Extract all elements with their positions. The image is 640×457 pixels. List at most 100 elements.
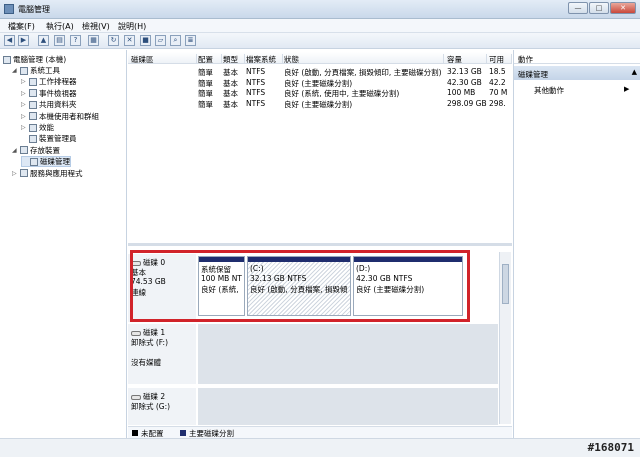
more-actions[interactable]: 其他動作 ▶ [534, 85, 629, 96]
table-cell: 基本 [223, 89, 238, 98]
up-folder-icon[interactable]: ▲ [38, 35, 49, 46]
menu-action[interactable]: 執行(A) [46, 21, 74, 32]
shared-folder-icon [29, 100, 37, 109]
task-scheduler-icon [29, 77, 37, 86]
tree-item-label: 磁碟管理 [40, 157, 70, 167]
table-cell: 18.5 [489, 67, 506, 76]
table-cell: 良好 (主要磁碟分割) [284, 99, 353, 109]
tree-item[interactable]: ▷ 工作排程器 [21, 76, 77, 87]
computer-management-icon [4, 4, 14, 14]
table-row[interactable]: 新增磁碟區 (J:)簡單基本NTFS良好 (主要磁碟分割)298.09 GB29… [128, 99, 512, 109]
disk-1-blank [131, 347, 193, 357]
help-icon[interactable]: ? [70, 35, 81, 46]
table-cell: 298. [489, 98, 506, 108]
tree-item[interactable]: 裝置管理員 [21, 133, 77, 144]
expander-icon[interactable]: ▷ [12, 170, 18, 177]
minimize-button[interactable]: — [568, 2, 588, 14]
legend-unallocated-swatch [132, 430, 138, 436]
pane-splitter[interactable] [128, 243, 512, 246]
folder-icon[interactable]: ■ [140, 35, 151, 46]
col-type[interactable]: 類型 [223, 54, 245, 64]
highlight-box [130, 250, 470, 322]
col-free[interactable]: 可用 [489, 54, 512, 64]
table-cell: 簡單 [198, 78, 213, 88]
table-cell: NTFS [246, 67, 266, 76]
menu-bar: 檔案(F) 執行(A) 檢視(V) 說明(H) [0, 19, 640, 33]
expander-icon[interactable]: ◢ [12, 67, 18, 74]
col-volume[interactable]: 磁碟區 [131, 54, 197, 64]
table-cell: 基本 [223, 78, 238, 88]
collapse-icon[interactable]: ▲ [632, 68, 637, 76]
table-cell: 簡單 [198, 68, 213, 77]
tree-item[interactable]: ▷ 效能 [21, 122, 54, 133]
col-layout[interactable]: 配置 [198, 54, 222, 64]
disk-2-type: 卸除式 (G:) [131, 402, 171, 411]
tree-item[interactable]: ▷ 共用資料夾 [21, 99, 77, 110]
back-icon[interactable]: ◀ [4, 35, 15, 46]
disk-2-info[interactable]: 磁碟 2 卸除式 (G:) [128, 388, 196, 425]
toolbar: ◀ ▶ ▲ ▤ ? ▦ ↻ ✕ ■ ▱ ⌕ ≣ [0, 33, 640, 49]
disk-1-area [198, 324, 498, 384]
event-viewer-icon [29, 89, 37, 98]
expander-icon[interactable]: ▷ [21, 101, 27, 108]
col-capacity[interactable]: 容量 [447, 54, 487, 64]
table-row[interactable]: (D:)簡單基本NTFS良好 (主要磁碟分割)42.30 GB42.2 [128, 78, 512, 88]
table-cell: 良好 (主要磁碟分割) [284, 78, 353, 88]
menu-file[interactable]: 檔案(F) [8, 21, 35, 32]
tree-item-label: 本機使用者和群組 [39, 111, 99, 121]
scrollbar-thumb[interactable] [502, 264, 509, 304]
table-cell: 簡單 [198, 99, 213, 109]
col-status[interactable]: 狀態 [284, 54, 444, 64]
vertical-scrollbar[interactable] [499, 252, 511, 424]
console-tree: 電腦管理 (本機) ◢ 系統工具 ▷ 工作排程器 ▷ 事件檢視器 ▷ 共用資料夾 ▷ 本機使用者和… [0, 50, 127, 438]
more-actions-label: 其他動作 [534, 86, 564, 95]
forward-icon[interactable]: ▶ [18, 35, 29, 46]
tree-item-label: 裝置管理員 [39, 134, 77, 144]
table-cell: 298.09 GB [447, 98, 487, 108]
volume-list-header: 磁碟區 配置 類型 檔案系統 狀態 容量 可用 [128, 52, 512, 64]
disk-1-status: 沒有媒體 [131, 358, 161, 367]
maximize-button[interactable]: □ [589, 2, 609, 14]
expander-icon[interactable]: ◢ [12, 147, 18, 154]
device-manager-icon [29, 134, 37, 143]
expander-icon[interactable]: ▷ [21, 124, 27, 131]
delete-icon[interactable]: ✕ [124, 35, 135, 46]
refresh-icon[interactable]: ↻ [108, 35, 119, 46]
table-row[interactable]: 系統保留簡單基本NTFS良好 (系統, 使用中, 主要磁碟分割)100 MB70… [128, 88, 512, 98]
open-icon[interactable]: ▱ [155, 35, 166, 46]
table-cell: 42.2 [489, 77, 506, 87]
tree-item[interactable]: ◢ 存放裝置 [12, 145, 60, 156]
tree-item[interactable]: ▷ 服務與應用程式 [12, 168, 83, 179]
show-tree-icon[interactable]: ▤ [54, 35, 65, 46]
expander-icon[interactable]: ▷ [21, 78, 27, 85]
table-cell: 基本 [223, 99, 238, 109]
disk-1-info[interactable]: 磁碟 1 卸除式 (F:) 沒有媒體 [128, 324, 196, 384]
tree-item[interactable]: ◢ 系統工具 [12, 65, 60, 76]
tree-item[interactable]: ▷ 本機使用者和群組 [21, 111, 99, 122]
expander-icon[interactable]: ▷ [21, 113, 27, 120]
close-button[interactable]: ✕ [610, 2, 636, 14]
expander-icon[interactable]: ▷ [21, 90, 27, 97]
disk-management-icon [30, 157, 38, 166]
tree-item[interactable]: 磁碟管理 [21, 156, 71, 168]
table-cell: 良好 (系統, 使用中, 主要磁碟分割) [284, 89, 400, 98]
table-row[interactable]: (C:)簡單基本NTFS良好 (啟動, 分頁檔案, 損毀傾印, 主要磁碟分割)3… [128, 67, 512, 77]
tree-item-label: 服務與應用程式 [30, 168, 83, 178]
properties-2-icon[interactable]: ≣ [185, 35, 196, 46]
menu-view[interactable]: 檢視(V) [82, 21, 110, 32]
table-cell: NTFS [246, 88, 266, 97]
tree-item-label: 存放裝置 [30, 145, 60, 155]
search-icon[interactable]: ⌕ [170, 35, 181, 46]
volume-list: 磁碟區 配置 類型 檔案系統 狀態 容量 可用 (C:)簡單基本NTFS良好 (… [128, 50, 512, 236]
disk-1-type: 卸除式 (F:) [131, 338, 168, 347]
tree-item[interactable]: ▷ 事件檢視器 [21, 88, 77, 99]
submenu-arrow-icon: ▶ [624, 85, 630, 93]
menu-help[interactable]: 說明(H) [118, 21, 146, 32]
title-bar: 電腦管理 — □ ✕ [0, 0, 640, 19]
tree-root[interactable]: 電腦管理 (本機) [3, 54, 66, 65]
table-cell: 32.13 GB [447, 67, 482, 76]
disk-2-area [198, 388, 498, 425]
properties-icon[interactable]: ▦ [88, 35, 99, 46]
col-filesystem[interactable]: 檔案系統 [246, 54, 283, 64]
actions-section[interactable]: 磁碟管理 ▲ [514, 66, 640, 80]
